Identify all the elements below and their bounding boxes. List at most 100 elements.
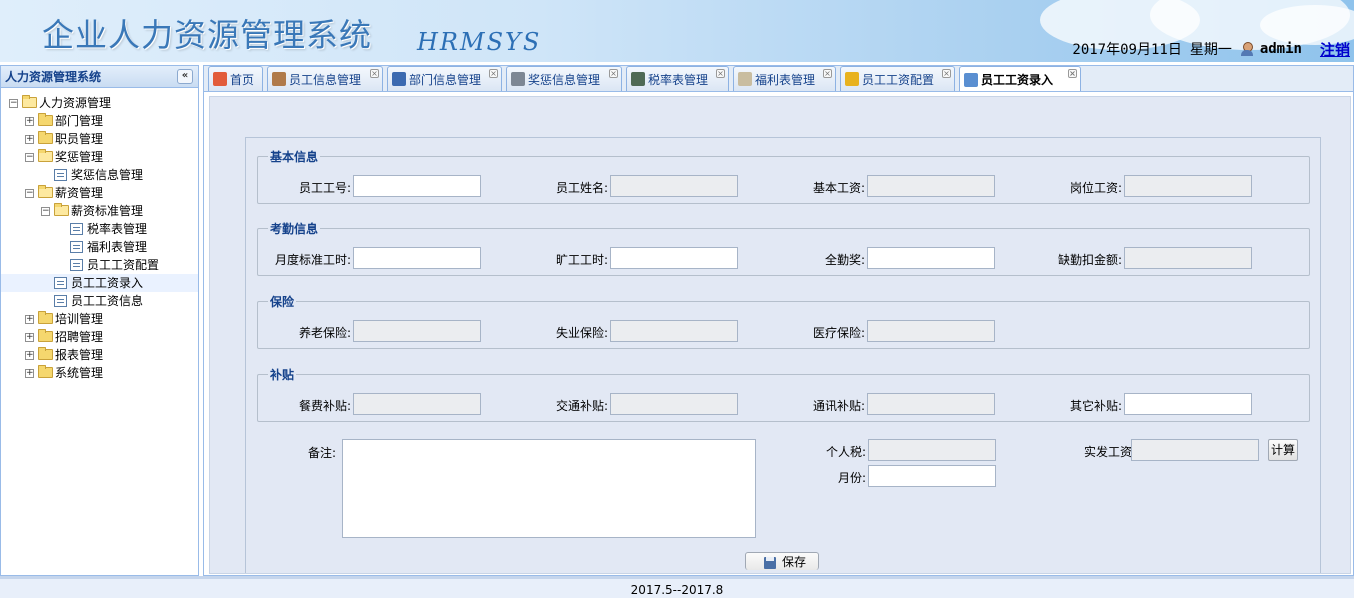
net-pay-input[interactable] xyxy=(1131,439,1259,461)
tab-8[interactable]: 员工工资录入 × xyxy=(959,66,1081,92)
app-subtitle: HRMSYS xyxy=(417,28,542,56)
net-pay-label: 实发工资: xyxy=(1083,445,1136,459)
field-input[interactable] xyxy=(610,320,738,342)
tab-4[interactable]: 奖惩信息管理 × xyxy=(506,66,622,91)
tab-label: 员工工资配置 xyxy=(862,72,935,87)
tree-label: 招聘管理 xyxy=(55,330,104,344)
config-icon xyxy=(845,72,859,86)
field-input[interactable] xyxy=(1124,393,1252,415)
tree-folder[interactable]: + 系统管理 xyxy=(1,364,198,382)
tree-folder[interactable]: + 培训管理 xyxy=(1,310,198,328)
allowance-legend: 补贴 xyxy=(270,368,295,382)
calculate-button[interactable]: 计算 xyxy=(1268,439,1298,461)
expand-toggle-icon[interactable]: + xyxy=(25,333,34,342)
tab-7[interactable]: 员工工资配置 × xyxy=(840,66,955,91)
footer: 2017.5--2017.8 xyxy=(0,576,1354,598)
close-icon[interactable]: × xyxy=(489,69,498,78)
expand-toggle-icon[interactable]: + xyxy=(25,351,34,360)
month-input[interactable] xyxy=(868,465,996,487)
field-label: 全勤奖: xyxy=(824,253,865,267)
insurance-legend: 保险 xyxy=(270,295,295,309)
tree-item[interactable]: 税率表管理 xyxy=(1,220,198,238)
tree-folder[interactable]: + 招聘管理 xyxy=(1,328,198,346)
collapse-toggle-icon[interactable]: − xyxy=(25,153,34,162)
field-input[interactable] xyxy=(353,175,481,197)
field-label: 基本工资: xyxy=(812,181,865,195)
field-label: 交通补贴: xyxy=(555,399,608,413)
tree-folder[interactable]: − 薪资标准管理 xyxy=(1,202,198,220)
save-button[interactable]: 保存 xyxy=(745,552,819,570)
tab-6[interactable]: 福利表管理 × xyxy=(733,66,836,91)
field-input[interactable] xyxy=(353,393,481,415)
expand-toggle-icon[interactable]: + xyxy=(25,315,34,324)
collapse-icon[interactable]: « xyxy=(177,69,193,84)
tab-label: 福利表管理 xyxy=(755,72,816,87)
field-input[interactable] xyxy=(867,247,995,269)
folder-icon xyxy=(38,185,53,198)
logout-link[interactable]: 注销 xyxy=(1320,39,1350,60)
tree-label: 税率表管理 xyxy=(87,222,148,236)
note-textarea[interactable] xyxy=(342,439,756,538)
tree-folder[interactable]: + 报表管理 xyxy=(1,346,198,364)
field-input[interactable] xyxy=(353,320,481,342)
table-icon xyxy=(631,72,645,86)
field-label: 月度标准工时: xyxy=(274,253,351,267)
tree-folder[interactable]: + 职员管理 xyxy=(1,130,198,148)
tab-2[interactable]: 员工信息管理 × xyxy=(267,66,383,91)
field-input[interactable] xyxy=(1124,247,1252,269)
field-input[interactable] xyxy=(610,175,738,197)
collapse-toggle-icon[interactable]: − xyxy=(41,207,50,216)
tree-item[interactable]: 员工工资录入 xyxy=(1,274,198,292)
app-header: 企业人力资源管理系统 HRMSYS 2017年09月11日 星期一 admin … xyxy=(0,0,1354,62)
close-icon[interactable]: × xyxy=(609,69,618,78)
field-input[interactable] xyxy=(867,175,995,197)
close-icon[interactable]: × xyxy=(370,69,379,78)
tree-folder[interactable]: − 奖惩管理 xyxy=(1,148,198,166)
collapse-toggle-icon[interactable]: − xyxy=(25,189,34,198)
tree-item[interactable]: 奖惩信息管理 xyxy=(1,166,198,184)
tree-item[interactable]: 福利表管理 xyxy=(1,238,198,256)
tab-label: 员工信息管理 xyxy=(289,72,362,87)
basic-info-legend: 基本信息 xyxy=(270,150,319,164)
tree-label: 奖惩信息管理 xyxy=(71,168,144,182)
tab-5[interactable]: 税率表管理 × xyxy=(626,66,729,91)
folder-icon xyxy=(38,131,53,144)
form-icon xyxy=(511,72,525,86)
field-input[interactable] xyxy=(867,320,995,342)
field-label: 员工姓名: xyxy=(555,181,608,195)
tree-folder[interactable]: − 薪资管理 xyxy=(1,184,198,202)
tax-input[interactable] xyxy=(868,439,996,461)
username: admin xyxy=(1259,41,1302,57)
field-input[interactable] xyxy=(610,393,738,415)
close-icon[interactable]: × xyxy=(823,69,832,78)
collapse-toggle-icon[interactable]: − xyxy=(9,99,18,108)
field-input[interactable] xyxy=(353,247,481,269)
tree-label: 培训管理 xyxy=(55,312,104,326)
tree-item[interactable]: 员工工资配置 xyxy=(1,256,198,274)
tree-label: 福利表管理 xyxy=(87,240,148,254)
save-label: 保存 xyxy=(782,555,807,569)
folder-icon xyxy=(54,203,69,216)
salary-entry-form: 基本信息 考勤信息 保险 补贴 员工工号: 员工姓名: 基本工资: 岗位工资: 月度标准… xyxy=(245,137,1321,573)
tree-label: 薪资标准管理 xyxy=(71,204,144,218)
field-input[interactable] xyxy=(867,393,995,415)
folder-icon xyxy=(38,365,53,378)
month-label: 月份: xyxy=(837,471,866,485)
field-input[interactable] xyxy=(610,247,738,269)
user-bar: 2017年09月11日 星期一 admin 注销 xyxy=(1072,39,1350,60)
close-icon[interactable]: × xyxy=(1068,69,1077,78)
close-icon[interactable]: × xyxy=(942,69,951,78)
field-input[interactable] xyxy=(1124,175,1252,197)
tab-1[interactable]: 首页 xyxy=(208,66,263,91)
tab-3[interactable]: 部门信息管理 × xyxy=(387,66,502,91)
tree-folder[interactable]: − 人力资源管理 xyxy=(1,94,198,112)
close-icon[interactable]: × xyxy=(716,69,725,78)
tree-item[interactable]: 员工工资信息 xyxy=(1,292,198,310)
field-label: 失业保险: xyxy=(555,326,608,340)
tree-label: 职员管理 xyxy=(55,132,104,146)
scroll-icon xyxy=(738,72,752,86)
tree-folder[interactable]: + 部门管理 xyxy=(1,112,198,130)
expand-toggle-icon[interactable]: + xyxy=(25,117,34,126)
expand-toggle-icon[interactable]: + xyxy=(25,369,34,378)
expand-toggle-icon[interactable]: + xyxy=(25,135,34,144)
